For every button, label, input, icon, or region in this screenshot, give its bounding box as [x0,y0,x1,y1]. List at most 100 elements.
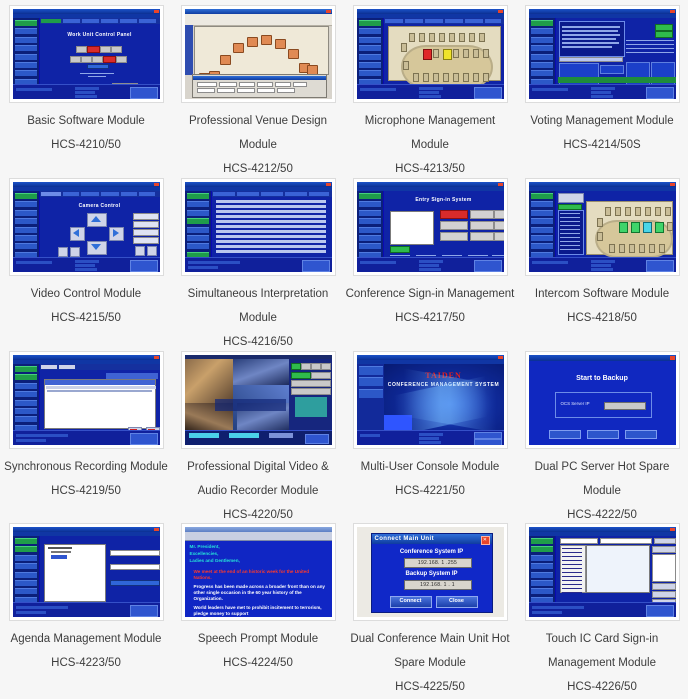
module-name: Touch IC Card Sign-in Management Module [545,633,659,669]
module-thumbnail[interactable] [524,178,680,276]
module-card-multi-user-console[interactable]: TAIDEN CONFERENCE MANAGEMENT SYSTEM Mult… [344,346,516,518]
module-thumbnail[interactable]: Entry Sign-in System [352,178,508,276]
module-code: HCS-4215/50 [51,312,121,324]
module-name: Dual PC Server Hot Spare Module [534,461,670,497]
screen-title: Camera Control [78,203,121,209]
close-button[interactable] [624,430,657,439]
connect-button[interactable] [586,430,619,439]
module-thumbnail[interactable] [8,351,164,449]
module-card-voting-management[interactable]: Voting Management Module HCS-4214/50S [516,0,688,173]
module-name: Simultaneous Interpretation Module [187,288,329,324]
close-button[interactable]: Close [435,596,478,608]
screenshot-microphone-management [356,9,504,99]
module-thumbnail[interactable]: Camera Control [8,178,164,276]
module-code: HCS-4225/50 [395,681,465,693]
screen-title: Entry Sign-in System [415,197,472,203]
module-caption: Dual Conference Main Unit Hot Spare Modu… [345,627,515,699]
module-thumbnail[interactable]: TAIDEN CONFERENCE MANAGEMENT SYSTEM [352,351,508,449]
module-caption: Multi-User Console Module HCS-4221/50 [345,455,515,503]
module-caption: Dual PC Server Hot Spare Module HCS-4222… [517,455,687,527]
module-caption: Speech Prompt Module HCS-4224/50 [173,627,343,675]
module-card-intercom-software[interactable]: Intercom Software Module HCS-4218/50 [516,173,688,346]
module-card-speech-prompt[interactable]: Mr. President, Excellencies, Ladies and … [172,518,344,697]
module-card-touch-ic-card[interactable]: Touch IC Card Sign-in Management Module … [516,518,688,697]
module-thumbnail[interactable]: Start to Backup OCS Server IP [524,351,680,449]
screenshot-video-control: Camera Control [12,182,160,272]
module-card-microphone-management[interactable]: Microphone Management Module HCS-4213/50 [344,0,516,175]
screenshot-conference-signin: Entry Sign-in System [356,182,504,272]
module-grid: Work Unit Control Panel Basic Software M… [0,0,688,697]
brand-logo: TAIDEN [425,371,462,380]
module-name: Multi-User Console Module [360,461,500,473]
module-thumbnail[interactable] [524,5,680,103]
module-caption: Agenda Management Module HCS-4223/50 [1,627,171,675]
screenshot-digital-video-recorder [184,355,332,445]
backup-ip-field[interactable]: 192.168. 1 . 1 [403,580,472,590]
speech-line-3: Ladies and Gentlemen, [189,558,240,563]
module-card-conference-signin[interactable]: Entry Sign-in System Conference Sign-in … [344,173,516,346]
module-code: HCS-4218/50 [567,312,637,324]
module-code: HCS-4217/50 [395,312,465,324]
module-name: Microphone Management Module [364,115,496,151]
module-thumbnail[interactable] [352,5,508,103]
module-thumbnail[interactable] [180,5,336,103]
module-card-dual-pc-server[interactable]: Start to Backup OCS Server IP Dual PC Se… [516,346,688,521]
connect-main-unit-dialog: Connect Main Unit ✕ Conference System IP … [370,533,493,613]
connect-button[interactable]: Connect [389,596,432,608]
module-name: Intercom Software Module [534,288,670,300]
module-thumbnail[interactable] [524,523,680,621]
module-name: Speech Prompt Module [197,633,319,645]
module-card-synchronous-recording[interactable]: Synchronous Recording Module HCS-4219/50 [0,346,172,518]
speech-line-2: Excellencies, [189,551,219,556]
start-backup-button[interactable] [548,430,581,439]
module-card-agenda-management[interactable]: Agenda Management Module HCS-4223/50 [0,518,172,697]
conference-ip-label: Conference System IP [399,549,464,555]
screenshot-simultaneous-interpretation [184,182,332,272]
dialog-title: Connect Main Unit ✕ [371,534,492,545]
module-code: HCS-4223/50 [51,657,121,669]
server-ip-label: OCS Server IP [560,401,590,406]
module-thumbnail[interactable] [180,351,336,449]
module-code: HCS-4224/50 [223,657,293,669]
module-caption: Video Control Module HCS-4215/50 [1,282,171,330]
module-code: HCS-4210/50 [51,139,121,151]
screenshot-basic-software: Work Unit Control Panel [12,9,160,99]
speech-line-1: Mr. President, [189,544,220,549]
module-thumbnail[interactable]: Connect Main Unit ✕ Conference System IP … [352,523,508,621]
module-card-basic-software[interactable]: Work Unit Control Panel Basic Software M… [0,0,172,173]
screenshot-multi-user-console: TAIDEN CONFERENCE MANAGEMENT SYSTEM [356,355,504,445]
server-ip-field[interactable] [603,402,646,410]
module-thumbnail[interactable]: Work Unit Control Panel [8,5,164,103]
module-card-video-control[interactable]: Camera Control Video Control Module HCS-… [0,173,172,346]
module-code: HCS-4219/50 [51,485,121,497]
screenshot-voting-management [528,9,676,99]
screenshot-speech-prompt: Mr. President, Excellencies, Ladies and … [184,527,332,617]
screenshot-venue-design [184,9,332,99]
screenshot-synchronous-recording [12,355,160,445]
module-card-simultaneous-interpretation[interactable]: Simultaneous Interpretation Module HCS-4… [172,173,344,348]
module-caption: Intercom Software Module HCS-4218/50 [517,282,687,330]
conference-ip-field[interactable]: 192.168. 1 .255 [403,558,472,568]
speech-line-5: Progress has been made across a broader … [193,584,325,601]
module-name: Professional Venue Design Module [188,115,328,151]
backup-title: Start to Backup [576,375,628,382]
speech-line-4: We meet at the end of an historic week f… [193,569,310,580]
module-card-venue-design[interactable]: Professional Venue Design Module HCS-421… [172,0,344,175]
module-thumbnail[interactable]: Mr. President, Excellencies, Ladies and … [180,523,336,621]
splash-subtitle: CONFERENCE MANAGEMENT SYSTEM [387,382,500,388]
module-caption: Simultaneous Interpretation Module HCS-4… [173,282,343,354]
screenshot-agenda-management [12,527,160,617]
module-code: HCS-4221/50 [395,485,465,497]
module-caption: Basic Software Module HCS-4210/50 [1,109,171,157]
close-icon[interactable]: ✕ [480,535,490,545]
module-thumbnail[interactable] [8,523,164,621]
module-name: Dual Conference Main Unit Hot Spare Modu… [350,633,510,669]
module-card-digital-video-recorder[interactable]: Professional Digital Video & Audio Recor… [172,346,344,521]
screen-title: Work Unit Control Panel [67,32,132,38]
module-thumbnail[interactable] [180,178,336,276]
screenshot-dual-main-unit: Connect Main Unit ✕ Conference System IP … [356,527,504,617]
speech-line-6: World leaders have met to prohibit incit… [193,605,322,616]
module-card-dual-main-unit[interactable]: Connect Main Unit ✕ Conference System IP … [344,518,516,697]
module-name: Voting Management Module [530,115,674,127]
module-caption: Voting Management Module HCS-4214/50S [517,109,687,157]
